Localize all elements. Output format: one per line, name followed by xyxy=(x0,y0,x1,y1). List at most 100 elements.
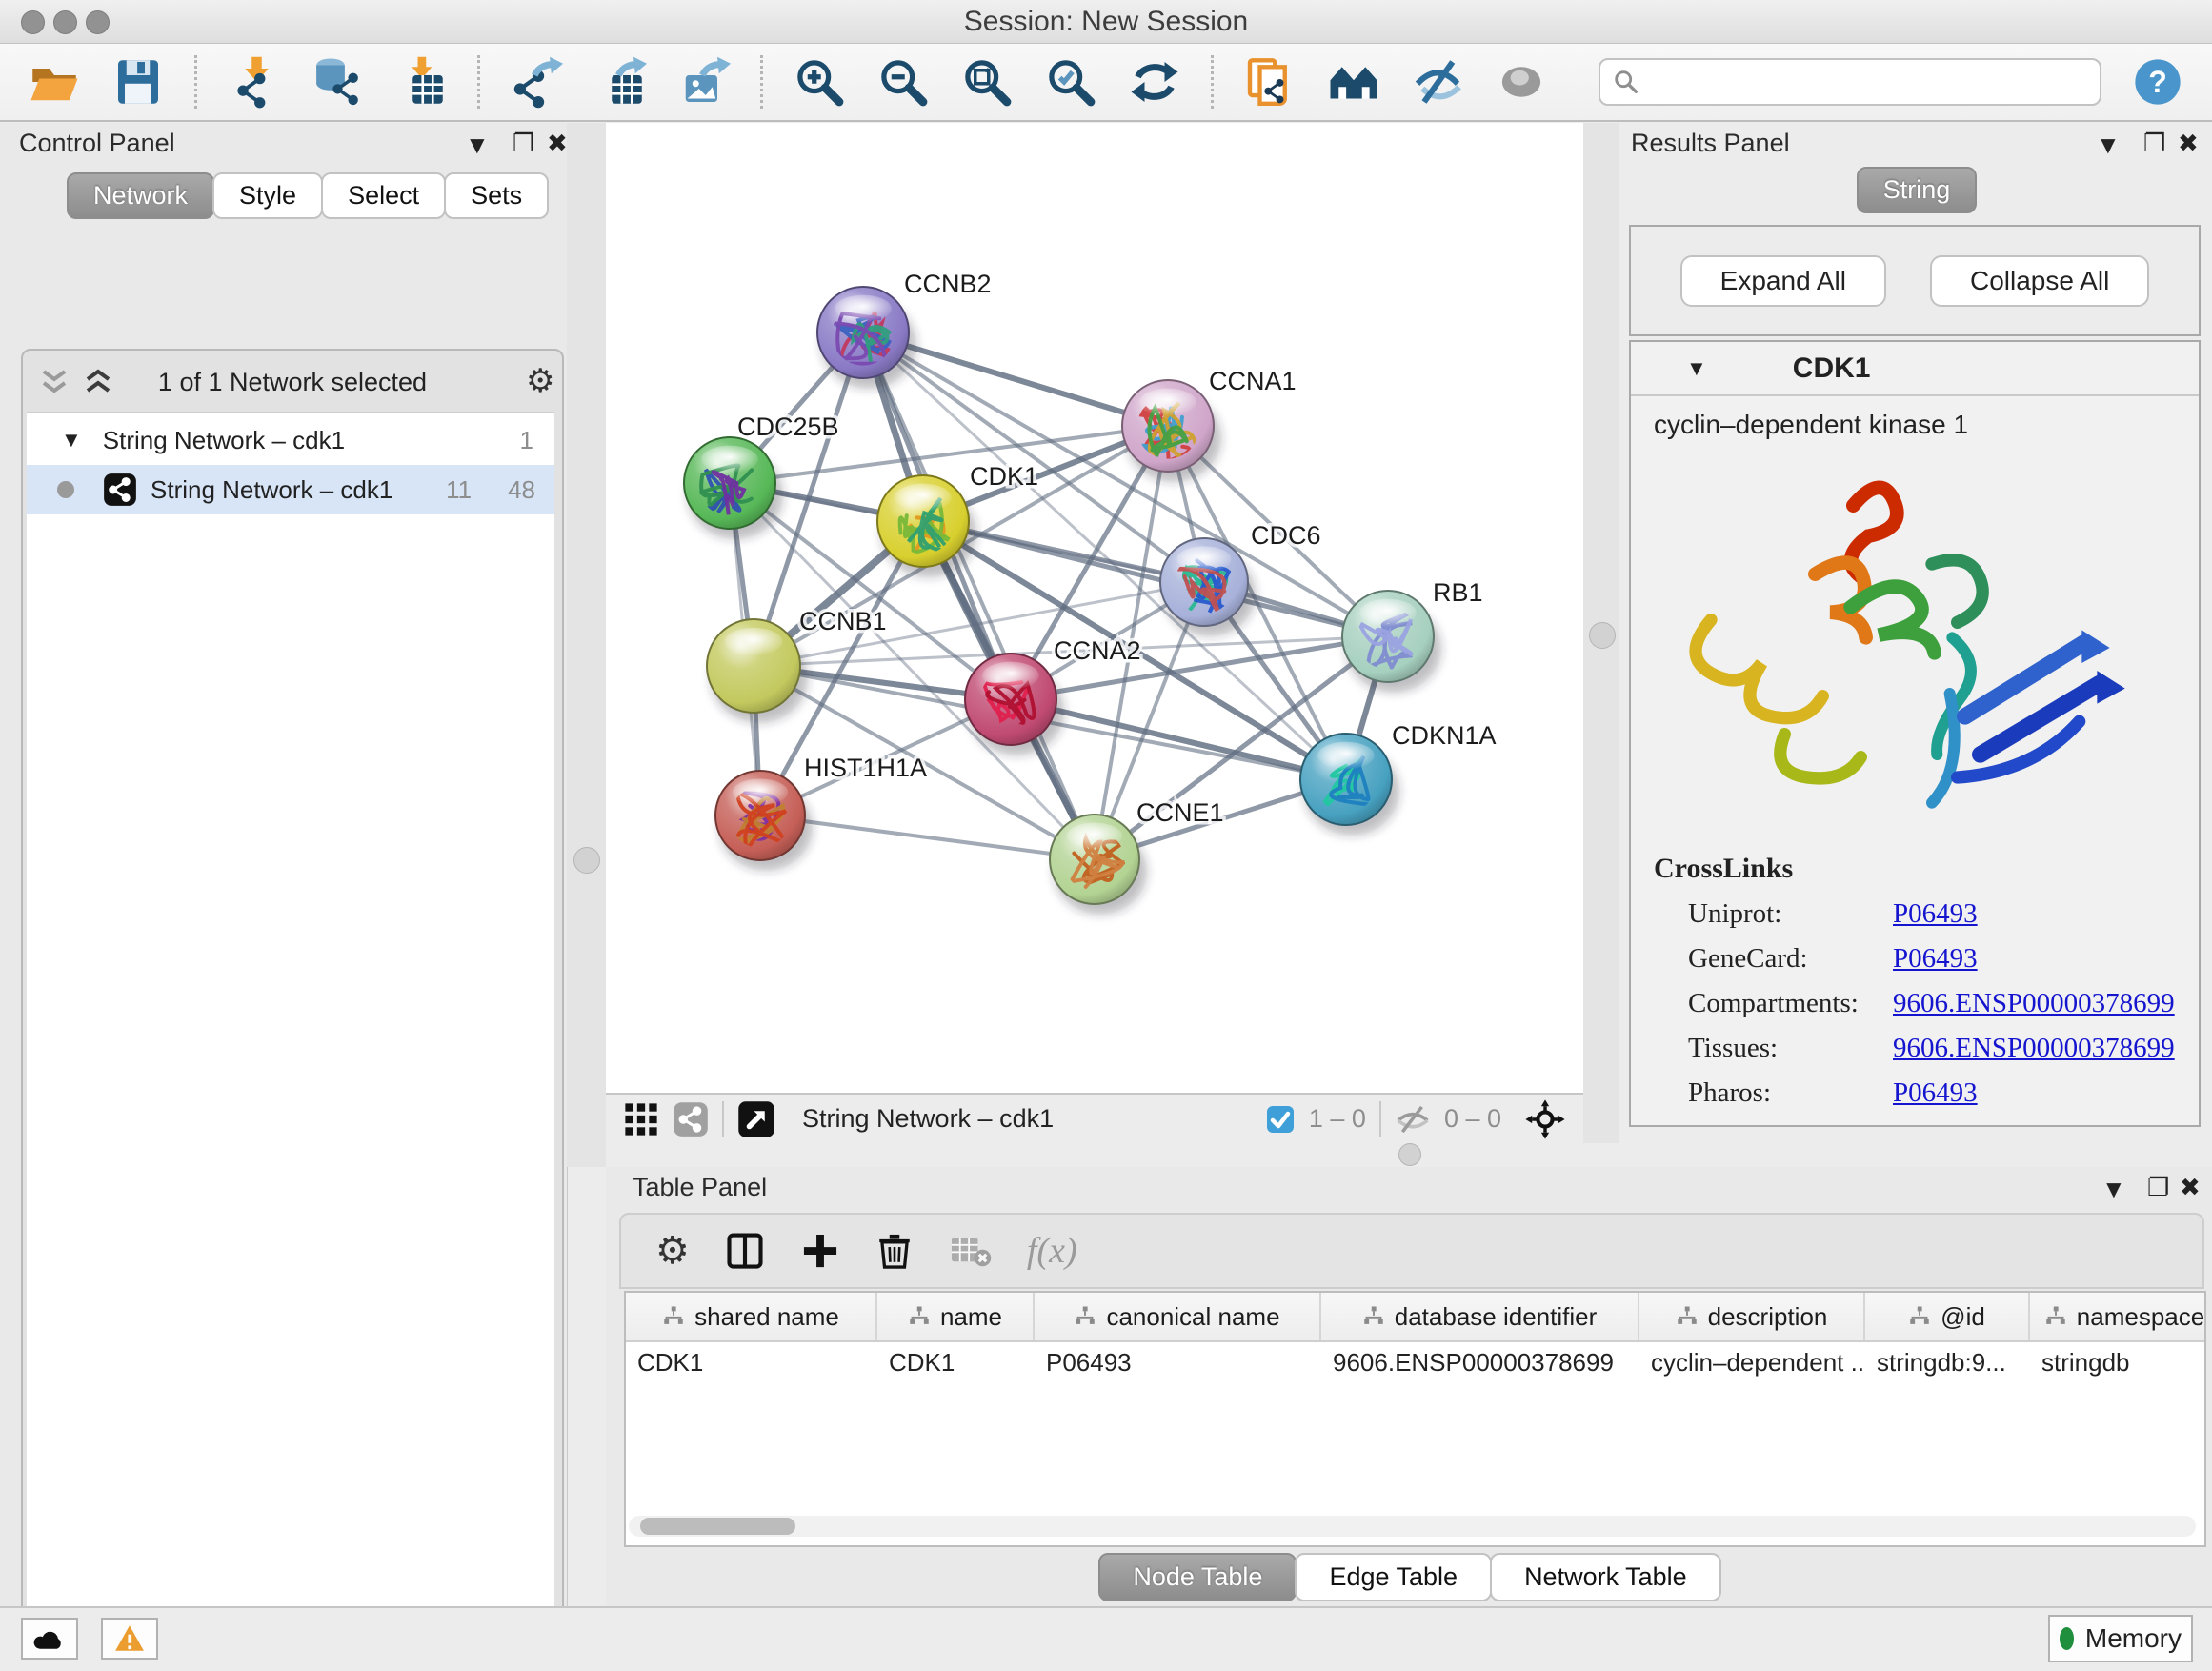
float-panel-icon[interactable]: ▼ xyxy=(2101,1175,2126,1204)
help-button[interactable]: ? xyxy=(2130,54,2185,110)
network-node[interactable] xyxy=(715,771,813,871)
new-table-icon[interactable] xyxy=(593,54,648,110)
network-row-label: String Network – cdk1 xyxy=(151,475,392,505)
table-cell[interactable]: CDK1 xyxy=(626,1342,877,1386)
gene-section-header[interactable]: ▼ CDK1 xyxy=(1631,342,2199,396)
network-collection-row[interactable]: ▼ String Network – cdk1 1 xyxy=(27,415,554,465)
table-horizontal-scrollbar[interactable] xyxy=(629,1516,2196,1537)
collapse-all-button[interactable]: Collapse All xyxy=(1930,255,2149,307)
string-import-icon[interactable] xyxy=(1242,54,1297,110)
selected-checkbox-icon[interactable] xyxy=(1265,1104,1296,1135)
crosslink-value-link[interactable]: 9606.ENSP00000378699 xyxy=(1893,1033,2175,1063)
float-panel-icon[interactable]: ▼ xyxy=(2096,131,2121,160)
network-share-icon[interactable] xyxy=(673,1101,709,1137)
export-image-icon[interactable] xyxy=(676,54,732,110)
table-column-header[interactable]: database identifier xyxy=(1321,1293,1639,1340)
table-cell[interactable]: 9606.ENSP00000378699 xyxy=(1321,1342,1639,1386)
table-options-gear-icon[interactable]: ⚙ xyxy=(655,1229,690,1273)
table-column-header[interactable]: canonical name xyxy=(1035,1293,1321,1340)
undock-panel-icon[interactable]: ❐ xyxy=(2143,129,2165,158)
preview-icon xyxy=(1494,54,1549,110)
memory-button[interactable]: Memory xyxy=(2048,1615,2193,1662)
table-column-header[interactable]: namespace xyxy=(2030,1293,2206,1340)
zoom-fit-icon[interactable] xyxy=(959,54,1015,110)
right-splitter[interactable] xyxy=(1583,123,1619,1167)
table-cell[interactable]: cyclin–dependent ... xyxy=(1639,1342,1865,1386)
tab-network[interactable]: Network xyxy=(67,172,214,219)
import-table-icon[interactable] xyxy=(393,54,449,110)
show-columns-icon[interactable] xyxy=(724,1230,766,1272)
network-canvas[interactable]: CCNB2CCNA1CDC25BCDK1CDC6RB1CCNB1CCNA2CDK… xyxy=(606,123,1583,1093)
left-splitter-handle[interactable] xyxy=(573,847,600,874)
tab-network-table[interactable]: Network Table xyxy=(1490,1553,1721,1601)
table-cell[interactable]: P06493 xyxy=(1035,1342,1321,1386)
crosslink-value-link[interactable]: P06493 xyxy=(1893,898,1978,929)
table-cell[interactable]: stringdb xyxy=(2030,1342,2206,1386)
zoom-out-icon[interactable] xyxy=(875,54,931,110)
tree-caret-icon[interactable]: ▼ xyxy=(61,428,82,453)
home-icon[interactable] xyxy=(1326,54,1381,110)
left-splitter[interactable] xyxy=(567,123,606,1167)
save-session-icon[interactable] xyxy=(111,54,166,110)
scrollbar-thumb[interactable] xyxy=(640,1518,795,1535)
close-panel-icon[interactable]: ✖ xyxy=(547,129,568,158)
search-input[interactable] xyxy=(1650,67,2088,98)
network-node[interactable] xyxy=(1342,591,1441,693)
table-column-header[interactable]: description xyxy=(1639,1293,1865,1340)
crosslink-value-link[interactable]: P06493 xyxy=(1893,1077,1978,1108)
network-options-gear-icon[interactable]: ⚙ xyxy=(526,362,554,400)
section-caret-icon[interactable]: ▼ xyxy=(1686,356,1707,381)
right-splitter-handle[interactable] xyxy=(1589,622,1616,649)
automation-cloud-button[interactable] xyxy=(21,1618,78,1660)
birdseye-toggle-icon[interactable] xyxy=(737,1100,775,1138)
tab-string[interactable]: String xyxy=(1857,167,1978,213)
zoom-selected-icon[interactable] xyxy=(1043,54,1098,110)
hidden-eye-icon[interactable] xyxy=(1395,1103,1431,1136)
crosslink-value-link[interactable]: P06493 xyxy=(1893,943,1978,974)
network-row-selected[interactable]: String Network – cdk1 11 48 xyxy=(27,465,554,514)
float-panel-icon[interactable]: ▼ xyxy=(465,131,490,160)
tab-style[interactable]: Style xyxy=(212,172,323,219)
tab-edge-table[interactable]: Edge Table xyxy=(1295,1553,1492,1601)
expand-all-button[interactable]: Expand All xyxy=(1680,255,1886,307)
table-cell[interactable]: stringdb:9... xyxy=(1865,1342,2030,1386)
grid-view-icon[interactable] xyxy=(623,1101,659,1137)
undock-panel-icon[interactable]: ❐ xyxy=(2147,1173,2169,1202)
window-title: Session: New Session xyxy=(0,6,2212,38)
network-node[interactable] xyxy=(817,287,916,389)
open-session-icon[interactable] xyxy=(27,54,82,110)
table-row[interactable]: CDK1CDK1P064939606.ENSP00000378699cyclin… xyxy=(626,1342,2204,1386)
import-network-file-icon[interactable] xyxy=(226,54,281,110)
network-view[interactable]: CCNB2CCNA1CDC25BCDK1CDC6RB1CCNB1CCNA2CDK… xyxy=(606,123,1583,1093)
table-column-header[interactable]: name xyxy=(877,1293,1035,1340)
tab-node-table[interactable]: Node Table xyxy=(1098,1553,1297,1601)
network-node[interactable] xyxy=(684,437,783,539)
refresh-network-icon[interactable] xyxy=(1127,54,1182,110)
tab-sets[interactable]: Sets xyxy=(444,172,549,219)
network-node-label: CDC6 xyxy=(1251,521,1321,550)
tab-select[interactable]: Select xyxy=(321,172,446,219)
table-column-header[interactable]: shared name xyxy=(626,1293,877,1340)
new-network-icon[interactable] xyxy=(509,54,564,110)
hide-unhide-icon[interactable] xyxy=(1410,54,1465,110)
column-type-icon xyxy=(908,1305,931,1328)
table-cell[interactable]: CDK1 xyxy=(877,1342,1035,1386)
table-column-header[interactable]: @id xyxy=(1865,1293,2030,1340)
crosslink-label: Uniprot: xyxy=(1688,898,1893,930)
close-panel-icon[interactable]: ✖ xyxy=(2180,1173,2201,1202)
network-node[interactable] xyxy=(877,475,976,577)
close-panel-icon[interactable]: ✖ xyxy=(2178,129,2199,158)
crosslink-value-link[interactable]: 9606.ENSP00000378699 xyxy=(1893,988,2175,1018)
fit-selected-crosshair-icon[interactable] xyxy=(1524,1098,1566,1140)
search-box[interactable] xyxy=(1599,58,2101,106)
add-column-icon[interactable] xyxy=(800,1231,840,1271)
network-node[interactable] xyxy=(1122,380,1221,482)
warnings-button[interactable] xyxy=(101,1618,158,1660)
delete-column-icon[interactable] xyxy=(875,1231,915,1271)
horizontal-splitter-handle[interactable] xyxy=(1398,1143,1421,1166)
column-label: @id xyxy=(1941,1302,1985,1332)
network-node[interactable] xyxy=(1300,734,1399,836)
undock-panel-icon[interactable]: ❐ xyxy=(513,129,534,158)
import-network-database-icon[interactable] xyxy=(310,54,365,110)
zoom-in-icon[interactable] xyxy=(792,54,847,110)
